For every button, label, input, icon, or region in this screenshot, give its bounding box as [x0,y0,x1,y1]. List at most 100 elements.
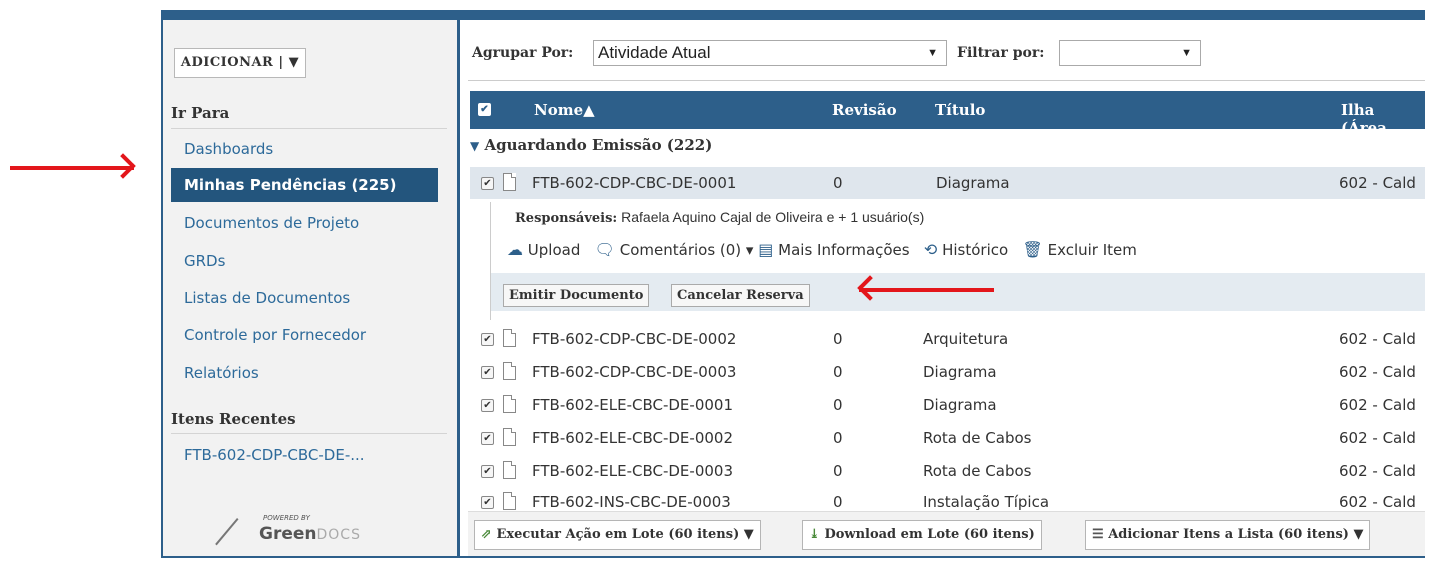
collapse-triangle-icon: ▼ [470,139,480,153]
table-row[interactable]: ✔ FTB-602-CDP-CBC-DE-0002 0 Arquitetura … [470,323,1425,355]
sidebar: ADICIONAR | ▼ Ir Para Dashboards Minhas … [163,20,460,556]
cell-ilha: 602 - Cald [1339,493,1416,511]
cell-titulo: Diagrama [923,396,997,414]
cell-titulo: Rota de Cabos [923,462,1032,480]
table-row[interactable]: ✔ FTB-602-ELE-CBC-DE-0003 0 Rota de Cabo… [470,455,1425,487]
cell-nome[interactable]: FTB-602-CDP-CBC-DE-0002 [532,330,736,348]
more-info-label: Mais Informações [778,241,910,259]
bulk-actions-bar: ⇗ Executar Ação em Lote (60 itens) ▼ ⤓ D… [468,511,1425,556]
logo-brand-docs: DOCS [316,527,361,543]
sidebar-item-relatorios[interactable]: Relatórios [171,356,438,390]
recent-item[interactable]: FTB-602-CDP-CBC-DE-... [171,438,438,472]
emitir-documento-button[interactable]: Emitir Documento [503,284,650,307]
sidebar-item-dashboards[interactable]: Dashboards [171,132,438,166]
download-label: Download em Lote (60 itens) [824,527,1035,542]
history-action[interactable]: ⟲ Histórico [923,240,1009,259]
greendocs-logo: POWERED BY GreenDOCS [215,514,373,554]
batch-action-icon: ⇗ [481,527,492,542]
cell-nome[interactable]: FTB-602-ELE-CBC-DE-0001 [532,396,733,414]
chevron-down-icon: ▼ [1181,47,1192,59]
upload-action[interactable]: ☁ Upload [507,240,581,259]
download-lote-button[interactable]: ⤓ Download em Lote (60 itens) [802,520,1042,550]
column-header-nome[interactable]: Nome▲ [534,101,595,119]
document-icon [503,492,516,510]
delete-action[interactable]: 🗑 Excluir Item [1022,240,1137,259]
cancelar-reserva-button[interactable]: Cancelar Reserva [671,284,810,307]
comments-label: Comentários (0) ▾ [619,241,754,259]
group-by-select[interactable]: Atividade Atual ▼ [593,40,947,66]
sidebar-item-grds[interactable]: GRDs [171,244,438,278]
column-header-ilha[interactable]: Ilha (Área [1341,101,1425,137]
executar-label: Executar Ação em Lote (60 itens) ▼ [496,527,754,542]
cell-revisao: 0 [833,462,843,480]
row-checkbox[interactable]: ✔ [481,465,494,478]
table-row[interactable]: ✔ FTB-602-ELE-CBC-DE-0001 0 Diagrama 602… [470,389,1425,421]
main-panel: Agrupar Por: Atividade Atual ▼ Filtrar p… [460,20,1425,556]
history-label: Histórico [942,241,1009,259]
table-row[interactable]: ✔ FTB-602-CDP-CBC-DE-0001 0 Diagrama 602… [470,167,1425,199]
goto-title: Ir Para [171,104,230,122]
column-header-revisao[interactable]: Revisão [832,101,897,119]
comments-action[interactable]: 🗨 Comentários (0) ▾ [594,240,754,259]
cell-revisao: 0 [833,363,843,381]
table-row[interactable]: ✔ FTB-602-CDP-CBC-DE-0003 0 Diagrama 602… [470,356,1425,388]
table-row[interactable]: ✔ FTB-602-ELE-CBC-DE-0002 0 Rota de Cabo… [470,422,1425,454]
detail-button-bar: Emitir Documento Cancelar Reserva [491,273,1425,311]
cell-nome[interactable]: FTB-602-INS-CBC-DE-0003 [532,493,731,511]
list-icon: ☰ [1092,527,1104,542]
cell-nome[interactable]: FTB-602-CDP-CBC-DE-0003 [532,363,736,381]
group-header[interactable]: ▼ Aguardando Emissão (222) [470,136,712,154]
comment-icon: 🗨 [594,240,615,259]
cloud-upload-icon: ☁ [507,240,523,259]
cell-ilha: 602 - Cald [1339,429,1416,447]
executar-acao-lote-button[interactable]: ⇗ Executar Ação em Lote (60 itens) ▼ [474,520,761,550]
logo-brand-green: Green [259,524,317,544]
adicionar-label: Adicionar Itens a Lista (60 itens) ▼ [1108,527,1364,542]
row-checkbox[interactable]: ✔ [481,177,494,190]
table-header: ✔ Nome▲ Revisão Título Ilha (Área [470,91,1425,137]
app-window: ADICIONAR | ▼ Ir Para Dashboards Minhas … [161,10,1425,558]
logo-brand: GreenDOCS [259,524,361,544]
cell-nome[interactable]: FTB-602-ELE-CBC-DE-0002 [532,429,733,447]
select-all-checkbox[interactable]: ✔ [478,103,491,116]
cell-titulo: Diagrama [936,174,1010,192]
upload-label: Upload [527,241,581,259]
row-checkbox[interactable]: ✔ [481,432,494,445]
column-header-titulo[interactable]: Título [935,101,985,119]
sidebar-item-listas-documentos[interactable]: Listas de Documentos [171,281,438,315]
responsaveis-value: Rafaela Aquino Cajal de Oliveira e + 1 u… [621,209,925,225]
chevron-down-icon: ▼ [927,47,938,59]
group-header-label: Aguardando Emissão (222) [484,136,713,154]
adicionar-itens-lista-button[interactable]: ☰ Adicionar Itens a Lista (60 itens) ▼ [1085,520,1371,550]
filter-by-label: Filtrar por: [957,45,1045,61]
cell-revisao: 0 [833,429,843,447]
sidebar-item-documentos-projeto[interactable]: Documentos de Projeto [171,206,438,240]
row-actions: ☁ Upload 🗨 Comentários (0) ▾ ▤ Mais Info… [507,240,1137,259]
row-checkbox[interactable]: ✔ [481,496,494,509]
filter-by-select[interactable]: ▼ [1059,40,1201,66]
info-document-icon: ▤ [758,240,774,259]
document-icon [503,329,516,347]
sidebar-item-minhas-pendencias[interactable]: Minhas Pendências (225) [171,168,438,202]
cell-ilha: 602 - Cald [1339,363,1416,381]
row-checkbox[interactable]: ✔ [481,366,494,379]
row-checkbox[interactable]: ✔ [481,333,494,346]
cell-nome[interactable]: FTB-602-ELE-CBC-DE-0003 [532,462,733,480]
cell-nome[interactable]: FTB-602-CDP-CBC-DE-0001 [532,174,736,192]
logo-powered-by: POWERED BY [263,514,310,522]
document-icon [503,362,516,380]
divider [171,433,447,434]
history-icon: ⟲ [923,240,938,259]
more-info-action[interactable]: ▤ Mais Informações [758,240,910,259]
row-checkbox[interactable]: ✔ [481,399,494,412]
responsaveis: Responsáveis: Rafaela Aquino Cajal de Ol… [515,209,924,226]
add-button[interactable]: ADICIONAR | ▼ [174,48,306,78]
row-detail-panel: Responsáveis: Rafaela Aquino Cajal de Ol… [490,202,1425,320]
annotation-arrow-left [859,288,994,292]
cell-titulo: Rota de Cabos [923,429,1032,447]
group-by-value: Atividade Atual [598,43,711,62]
delete-label: Excluir Item [1047,241,1137,259]
cell-titulo: Arquitetura [923,330,1009,348]
sidebar-item-controle-fornecedor[interactable]: Controle por Fornecedor [171,318,438,352]
trash-icon: 🗑 [1022,240,1043,259]
